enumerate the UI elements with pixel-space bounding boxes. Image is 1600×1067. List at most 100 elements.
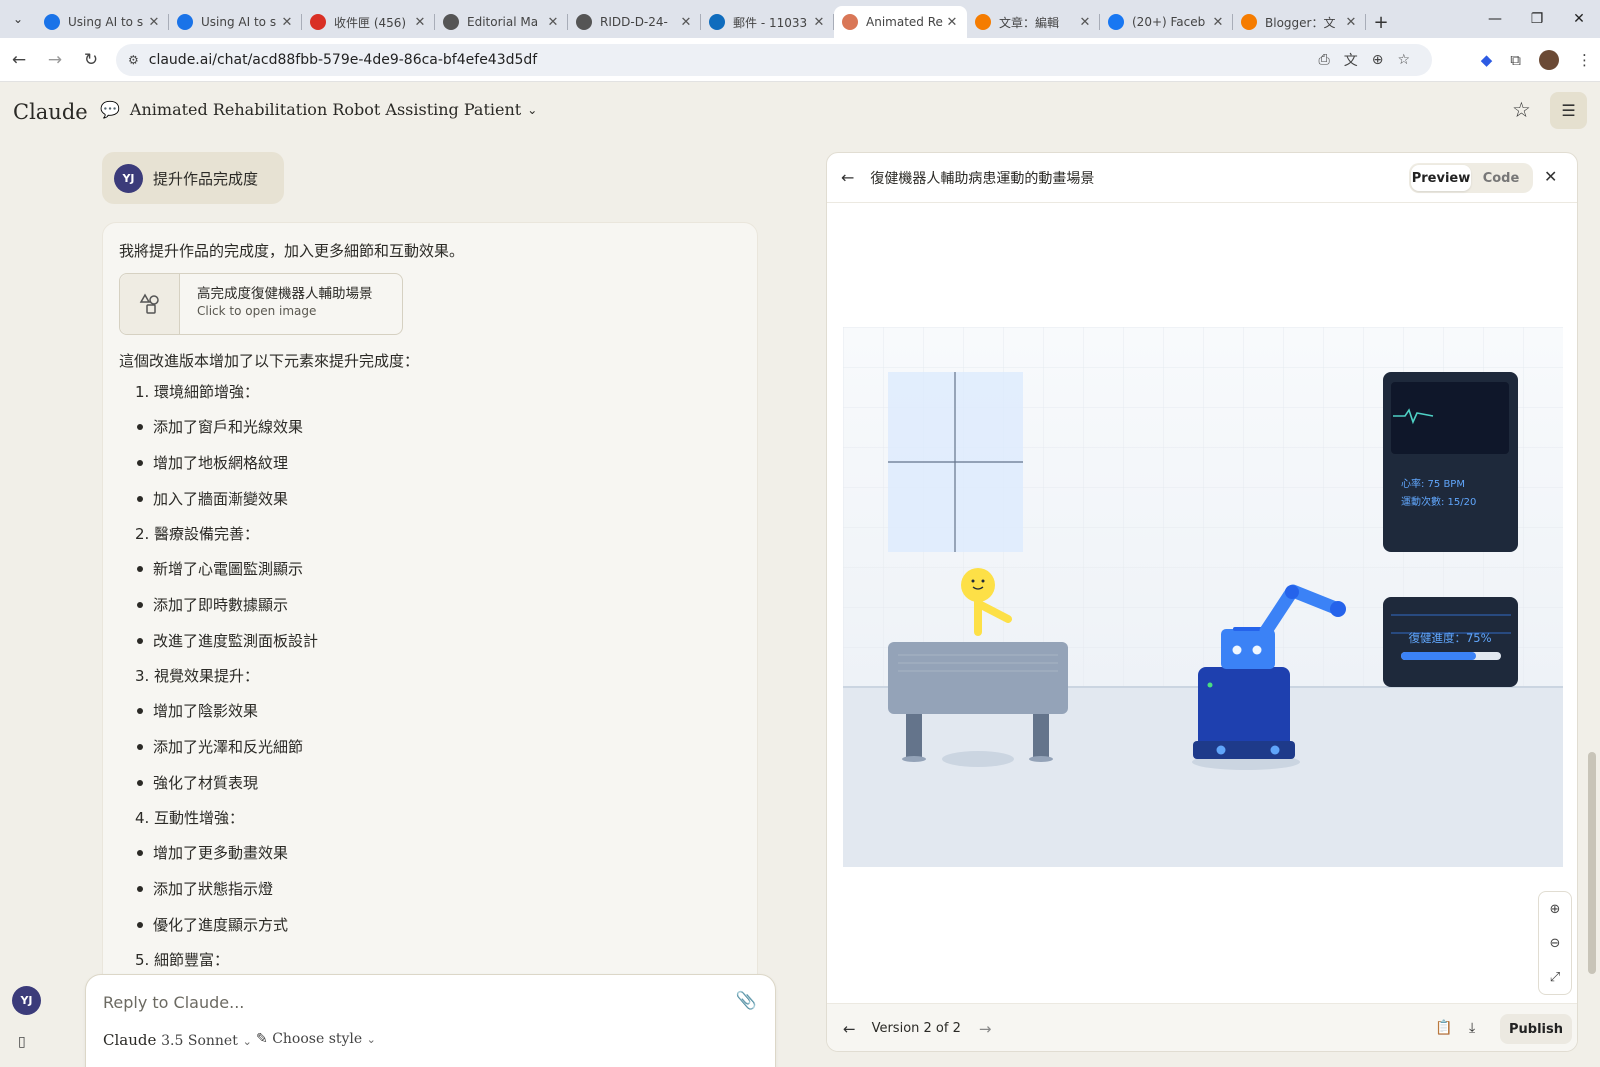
sidebar-toggle-icon[interactable]: ▯ bbox=[18, 1034, 26, 1050]
zoom-controls: ⊕ ⊖ ⤢ bbox=[1538, 891, 1572, 995]
forward-arrow-icon[interactable]: → bbox=[38, 43, 72, 77]
extensions-puzzle-icon[interactable]: ⧉ bbox=[1510, 51, 1521, 69]
reply-input[interactable]: Reply to Claude... bbox=[103, 993, 244, 1012]
shapes-icon bbox=[120, 274, 180, 334]
bullet-dot bbox=[137, 460, 143, 466]
message-composer[interactable]: Reply to Claude... 📎 Claude 3.5 Sonnet ⌄… bbox=[85, 974, 776, 1067]
bullet-dot bbox=[137, 744, 143, 750]
zoom-out-icon[interactable]: ⊖ bbox=[1550, 936, 1561, 951]
list-item: 增加了地板網格紋理 bbox=[119, 445, 741, 481]
tab-close-icon[interactable]: ✕ bbox=[413, 15, 427, 30]
close-icon[interactable]: ✕ bbox=[1544, 167, 1557, 186]
chat-settings-sliders-icon[interactable]: ☰ bbox=[1550, 92, 1587, 129]
list-item-text: 添加了光澤和反光細節 bbox=[153, 738, 304, 756]
star-conversation-icon[interactable]: ☆ bbox=[1512, 98, 1531, 122]
claude-logo[interactable]: Claude bbox=[13, 100, 88, 124]
tab-close-icon[interactable]: ✕ bbox=[945, 15, 959, 30]
window bbox=[888, 372, 1023, 552]
artifact-card-title: 高完成度復健機器人輔助場景 bbox=[197, 286, 373, 302]
translate-icon[interactable]: 文 bbox=[1344, 50, 1358, 70]
tab-close-icon[interactable]: ✕ bbox=[679, 15, 693, 30]
user-avatar: YJ bbox=[114, 163, 143, 193]
tab-code[interactable]: Code bbox=[1471, 165, 1531, 191]
tab-close-icon[interactable]: ✕ bbox=[1211, 15, 1225, 30]
browser-tab[interactable]: Animated Re ✕ bbox=[834, 6, 967, 38]
browser-tab[interactable]: 郵件 - 11033 ✕ bbox=[701, 6, 834, 38]
model-selector[interactable]: Claude 3.5 Sonnet ⌄ bbox=[103, 1031, 252, 1049]
list-item-text: 新增了心電圖監測顯示 bbox=[153, 560, 304, 578]
tab-close-icon[interactable]: ✕ bbox=[812, 15, 826, 30]
zoom-icon[interactable]: ⊕ bbox=[1372, 52, 1384, 68]
claude-favicon-icon bbox=[842, 14, 858, 30]
account-avatar[interactable]: YJ bbox=[12, 986, 41, 1015]
address-bar[interactable]: ⚙ claude.ai/chat/acd88fbb-579e-4de9-86ca… bbox=[116, 44, 1432, 76]
browser-tab-strip: ⌄ Using AI to s ✕ Using AI to s ✕ 收件匣 (456) ✕… bbox=[0, 0, 1600, 38]
browser-tab[interactable]: (20+) Faceb ✕ bbox=[1100, 6, 1233, 38]
model-version: 3.5 Sonnet bbox=[161, 1033, 238, 1049]
artifact-panel: ← 復健機器人輔助病患運動的動畫場景 Preview Code ✕ 心率: 75… bbox=[826, 152, 1578, 1052]
tab-label: Using AI to s bbox=[201, 15, 277, 29]
tab-label: RIDD-D-24- bbox=[600, 15, 668, 29]
artifact-footer: ← Version 2 of 2 → 📋 ⤓ Publish bbox=[827, 1003, 1577, 1051]
tab-label: Animated Re bbox=[866, 15, 943, 29]
new-tab-plus-icon[interactable]: + bbox=[1366, 6, 1396, 38]
list-item-text: 添加了即時數據顯示 bbox=[153, 596, 289, 614]
previous-version-arrow-icon[interactable]: ← bbox=[843, 1020, 856, 1038]
bookmark-star-icon[interactable]: ☆ bbox=[1397, 52, 1410, 68]
extension-icon[interactable]: ◆ bbox=[1481, 51, 1493, 69]
tab-close-icon[interactable]: ✕ bbox=[1344, 15, 1358, 30]
publish-button[interactable]: Publish bbox=[1500, 1014, 1572, 1044]
browser-tab[interactable]: Using AI to s ✕ bbox=[169, 6, 302, 38]
tab-close-icon[interactable]: ✕ bbox=[1078, 15, 1092, 30]
response-lead: 這個改進版本增加了以下元素來提升完成度： bbox=[119, 352, 420, 370]
fit-screen-icon[interactable]: ⤢ bbox=[1550, 970, 1560, 985]
install-app-icon[interactable]: ⎙ bbox=[1319, 52, 1330, 68]
profile-avatar[interactable] bbox=[1539, 50, 1559, 70]
browser-tab[interactable]: Blogger：文 ✕ bbox=[1233, 6, 1366, 38]
list-item-text: 優化了進度顯示方式 bbox=[153, 916, 289, 934]
section-number: 3. bbox=[135, 667, 150, 685]
tab-search-chevron-icon[interactable]: ⌄ bbox=[0, 0, 36, 38]
model-name: Claude bbox=[103, 1031, 157, 1049]
browser-tab[interactable]: RIDD-D-24- ✕ bbox=[568, 6, 701, 38]
paperclip-icon[interactable]: 📎 bbox=[736, 991, 757, 1011]
close-window-icon[interactable]: ✕ bbox=[1558, 0, 1600, 38]
back-arrow-icon[interactable]: ← bbox=[841, 168, 854, 187]
page-scrollbar[interactable] bbox=[1588, 752, 1596, 974]
artifact-card[interactable]: 高完成度復健機器人輔助場景 Click to open image bbox=[119, 273, 403, 335]
browser-tab[interactable]: 收件匣 (456) ✕ bbox=[302, 6, 435, 38]
minimize-icon[interactable]: — bbox=[1474, 0, 1516, 38]
browser-menu-icon[interactable]: ⋮ bbox=[1577, 51, 1592, 69]
back-arrow-icon[interactable]: ← bbox=[2, 43, 36, 77]
tab-label: Blogger：文 bbox=[1265, 15, 1336, 30]
zoom-in-icon[interactable]: ⊕ bbox=[1550, 902, 1561, 917]
list-section: 3. 視覺效果提升： bbox=[119, 659, 741, 693]
globe-favicon-icon bbox=[576, 14, 592, 30]
browser-tab[interactable]: Using AI to s ✕ bbox=[36, 6, 169, 38]
list-item-text: 強化了材質表現 bbox=[153, 774, 259, 792]
quill-icon: ✎ bbox=[256, 1031, 268, 1047]
browser-tab[interactable]: 文章：編輯 ✕ bbox=[967, 6, 1100, 38]
tab-close-icon[interactable]: ✕ bbox=[147, 15, 161, 30]
site-settings-icon[interactable]: ⚙ bbox=[128, 53, 139, 67]
reload-icon[interactable]: ↻ bbox=[74, 43, 108, 77]
style-selector[interactable]: ✎ Choose style ⌄ bbox=[256, 1031, 376, 1047]
section-number: 5. bbox=[135, 951, 150, 969]
assistant-response: 我將提升作品的完成度，加入更多細節和互動效果。 高完成度復健機器人輔助場景 Cl… bbox=[102, 222, 758, 1067]
download-icon[interactable]: ⤓ bbox=[1469, 1020, 1475, 1036]
tab-preview[interactable]: Preview bbox=[1411, 165, 1471, 191]
conversation-title-button[interactable]: 💬 Animated Rehabilitation Robot Assistin… bbox=[100, 100, 537, 119]
browser-tab[interactable]: Editorial Ma ✕ bbox=[435, 6, 568, 38]
user-message-text: 提升作品完成度 bbox=[153, 169, 259, 188]
list-item-text: 增加了更多動畫效果 bbox=[153, 844, 289, 862]
restore-icon[interactable]: ❐ bbox=[1516, 0, 1558, 38]
tab-label: Editorial Ma bbox=[467, 15, 539, 29]
status-light bbox=[1207, 682, 1213, 688]
tab-close-icon[interactable]: ✕ bbox=[546, 15, 560, 30]
next-version-arrow-icon[interactable]: → bbox=[979, 1020, 992, 1038]
chevron-down-icon: ⌄ bbox=[242, 1035, 252, 1048]
copy-clipboard-icon[interactable]: 📋 bbox=[1435, 1020, 1452, 1036]
bullet-dot bbox=[137, 886, 143, 892]
tab-close-icon[interactable]: ✕ bbox=[280, 15, 294, 30]
list-item-text: 添加了窗戶和光線效果 bbox=[153, 418, 304, 436]
